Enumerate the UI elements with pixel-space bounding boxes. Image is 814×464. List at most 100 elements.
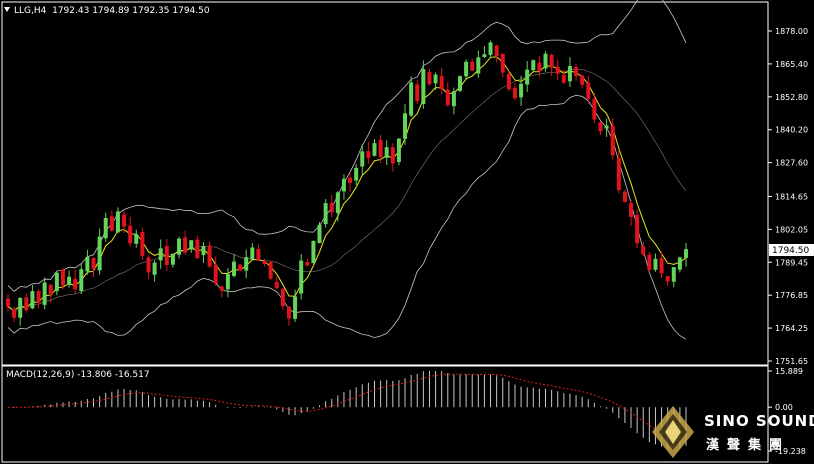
current-price-marker: 1794.50 [769,244,814,256]
candle-body [48,284,53,295]
candle-body [616,158,621,191]
candle-body [506,73,511,90]
candle-body [592,98,597,120]
ohlc-high: 1794.89 [92,6,130,16]
ohlc-close: 1794.50 [172,6,210,16]
candle-body [183,237,188,253]
macd-signal-value: -16.517 [114,370,150,380]
ohlc-open: 1792.43 [52,6,90,16]
candle-body [598,122,603,132]
dropdown-triangle-icon[interactable] [4,7,10,12]
candle-body [543,53,548,69]
moving-average-line [7,56,687,311]
logo-name: SINO SOUND [704,412,814,430]
candle-body [97,236,102,271]
candle-body [567,65,572,82]
candle-body [18,297,23,318]
sino-sound-logo: SINO SOUND 漢聲集團 [648,398,814,464]
price-axis: 1878.00 1865.40 1852.80 1840.20 1827.60 1814.… [768,27,808,366]
candle-body [219,286,224,291]
candle-body [6,298,10,307]
candle-body [152,262,157,275]
candle-body [378,139,383,158]
candle-body [36,291,41,303]
price-axis-label-10: 1751.65 [775,357,808,366]
price-axis-label-2: 1852.80 [775,93,808,102]
price-axis-label-8: 1776.85 [775,291,808,300]
candle-body [170,253,175,265]
bollinger-bands [7,0,687,340]
candle-body [531,60,536,71]
candle-body [445,89,450,106]
candle-body [238,264,243,271]
candle-body [103,218,108,239]
candle-body [268,262,273,279]
bollinger-upper [7,0,687,292]
candle-body [525,69,530,85]
bollinger-lower [7,94,687,340]
candle-body [451,91,456,107]
chart-header: LLG,H4 1792.43 1794.89 1792.35 1794.50 [4,6,210,16]
candle-body [146,257,151,273]
candle-body [622,191,627,203]
candle-body [67,276,72,286]
candle-body [415,84,420,101]
candle-body [60,269,65,286]
candle-body [299,260,304,294]
candle-body [274,281,279,289]
candle-body [158,248,163,261]
candle-body [586,82,591,99]
candle-body [335,192,340,214]
candle-body [286,306,291,319]
candle-body [384,147,389,158]
candle-body [317,224,322,244]
candle-body [54,272,59,292]
candle-body [341,178,346,192]
candle-body [464,61,469,77]
candle-body [574,67,579,76]
price-chart[interactable]: 1878.00 1865.40 1852.80 1840.20 1827.60 1814.… [0,0,814,464]
macd-signal-line [7,373,687,442]
candle-body [262,260,267,264]
price-axis-label-3: 1840.20 [775,126,808,135]
candlestick-series [6,40,688,326]
candle-body [177,238,182,255]
candle-body [671,267,676,282]
candle-body [225,274,230,290]
candle-body [409,82,414,116]
candle-body [244,257,249,271]
candle-body [561,75,566,83]
candle-body [329,202,334,213]
symbol-label: LLG,H4 [14,6,47,16]
ma-line [7,56,687,311]
candle-body [42,282,47,305]
candle-body [488,42,493,55]
candle-body [232,261,236,276]
candle-body [128,225,133,244]
candle-body [189,240,194,250]
candle-body [555,66,560,74]
macd-axis-label-0: 15.889 [775,367,803,376]
logo-chinese: 漢聲集團 [706,438,791,453]
candle-body [30,291,35,309]
candle-body [109,216,114,231]
logo-emblem-icon [652,406,694,458]
candle-body [482,54,487,58]
candle-body [323,203,328,225]
candle-body [201,246,206,256]
price-axis-label-9: 1764.25 [775,324,808,333]
candle-body [433,74,438,84]
candle-body [360,151,365,167]
price-axis-label-0: 1878.00 [775,27,808,36]
candle-body [207,245,212,267]
candle-body [677,257,682,270]
candle-body [684,249,688,258]
candle-body [421,69,426,105]
candle-body [665,276,670,282]
candle-body [91,257,96,269]
candle-body [134,234,139,244]
candle-body [256,248,261,261]
candle-body [85,256,90,272]
price-axis-label-7: 1789.45 [775,258,808,267]
candle-body [659,258,664,274]
